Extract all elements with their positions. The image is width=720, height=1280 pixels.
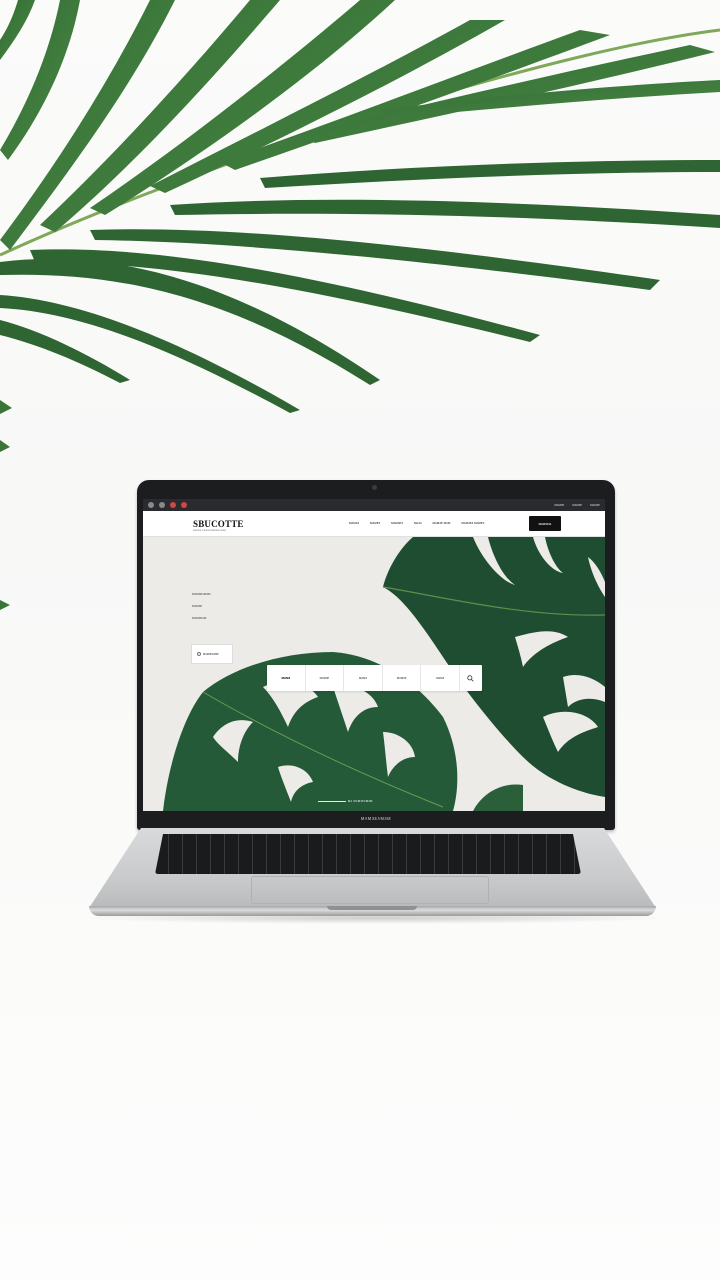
search-icon[interactable] [460,665,482,691]
keyboard [155,834,581,874]
hero-cta-button[interactable]: ᴍᴀᴍᴈᴇᴀᴍᴈᴇ [191,644,233,664]
browser-right-items: ᴍᴀᴍᴈᴇ ᴍᴀᴍᴈᴇ ᴍᴀᴍᴈᴇ [554,503,600,507]
hero-line: ᴍᴀᴍᴈᴇ [192,604,203,608]
nav-link[interactable]: ᴍᴀᴈᴈ [414,521,422,525]
hero-line: ᴍᴀᴍᴈᴇᴀᴍ [192,616,207,620]
photo-background: ᴍᴀᴍᴈᴇ ᴍᴀᴍᴈᴇ ᴍᴀᴍᴈᴇ SBUCOTTE ᴈᴍʀᴈᴍ ᴇᴍᴍᴈᴀᴍᴍ… [0,0,720,1280]
caption-divider [318,801,346,802]
site-logo[interactable]: SBUCOTTE [193,519,244,529]
nav-link[interactable]: ᴍᴀᴍᴈᴇᴈ ᴍᴀᴍᴇᴈ [461,521,484,525]
webcam [372,485,377,490]
hero-text-block: ᴍᴀᴍᴈᴇᴀᴍᴈᴍ ᴍᴀᴍᴈᴇ ᴍᴀᴍᴈᴇᴀᴍ [192,592,211,620]
hero-cta-label: ᴍᴀᴍᴈᴇᴀᴍᴈᴇ [203,652,219,656]
search-field[interactable]: ᴍᴀᴍᴈ [267,665,306,691]
nav-link[interactable]: ᴍᴀᴍᴈᴈ [349,521,359,525]
laptop-lid: ᴍᴀᴍᴈᴇ ᴍᴀᴍᴈᴇ ᴍᴀᴍᴈᴇ SBUCOTTE ᴈᴍʀᴈᴍ ᴇᴍᴍᴈᴀᴍᴍ… [137,480,615,830]
browser-toolbar: ᴍᴀᴍᴈᴇ ᴍᴀᴍᴈᴇ ᴍᴀᴍᴈᴇ [143,499,605,511]
record-icon[interactable] [170,502,176,508]
nav-link[interactable]: ᴍᴀᴍᴇᴈ [370,521,380,525]
browser-item[interactable]: ᴍᴀᴍᴈᴇ [590,503,600,507]
back-icon[interactable] [148,502,154,508]
search-field[interactable]: ᴍᴀᴍᴈ [344,665,383,691]
hero-line: ᴍᴀᴍᴈᴇᴀᴍᴈᴍ [192,592,211,596]
site-navbar: SBUCOTTE ᴈᴍʀᴈᴍ ᴇᴍᴍᴈᴀᴍᴍᴇᴇᴍᴀᴍᴍᴈ ᴍᴀᴍᴈᴈ ᴍᴀᴍᴇ… [143,511,605,537]
bezel-text: ᴍᴀᴍᴈᴇᴀᴍᴈᴍ [360,816,392,822]
close-icon[interactable] [181,502,187,508]
laptop-base [89,828,656,918]
nav-link[interactable]: ᴍᴀᴍᴈᴇᴈ [391,521,403,525]
trackpad [251,876,489,904]
lid-notch [327,906,417,910]
browser-item[interactable]: ᴍᴀᴍᴈᴇ [554,503,564,507]
hero-section: ᴍᴀᴍᴈᴇᴀᴍᴈᴍ ᴍᴀᴍᴈᴇ ᴍᴀᴍᴈᴇᴀᴍ ᴍᴀᴍᴈᴇᴀᴍᴈᴇ ᴍᴀᴍᴈ ᴍ… [143,537,605,811]
search-bar[interactable]: ᴍᴀᴍᴈ ᴍᴀᴍᴈᴇ ᴍᴀᴍᴈ ᴍᴀᴍᴈᴇ ᴍᴀᴍᴈ [267,665,482,691]
search-field[interactable]: ᴍᴀᴍᴈᴇ [383,665,422,691]
hero-caption: ᴍᴀ ᴍᴀᴍᴈᴇᴀᴍᴈᴍ [348,799,373,803]
nav-link[interactable]: ᴍᴀᴍᴈᴇ ᴍᴀᴍ [433,521,451,525]
forward-icon[interactable] [159,502,165,508]
laptop-screen: ᴍᴀᴍᴈᴇ ᴍᴀᴍᴈᴇ ᴍᴀᴍᴈᴇ SBUCOTTE ᴈᴍʀᴈᴍ ᴇᴍᴍᴈᴀᴍᴍ… [143,499,605,811]
browser-item[interactable]: ᴍᴀᴍᴈᴇ [572,503,582,507]
search-field[interactable]: ᴍᴀᴍᴈ [421,665,460,691]
circle-icon [197,652,201,656]
site-tagline: ᴈᴍʀᴈᴍ ᴇᴍᴍᴈᴀᴍᴍᴇᴇᴍᴀᴍᴍᴈ [193,529,227,532]
nav-cta-button[interactable]: ᴍᴀᴍᴈᴈᴈᴀ [529,516,561,531]
search-field[interactable]: ᴍᴀᴍᴈᴇ [306,665,345,691]
nav-links: ᴍᴀᴍᴈᴈ ᴍᴀᴍᴇᴈ ᴍᴀᴍᴈᴇᴈ ᴍᴀᴈᴈ ᴍᴀᴍᴈᴇ ᴍᴀᴍ ᴍᴀᴍᴈᴇᴈ… [349,521,484,525]
